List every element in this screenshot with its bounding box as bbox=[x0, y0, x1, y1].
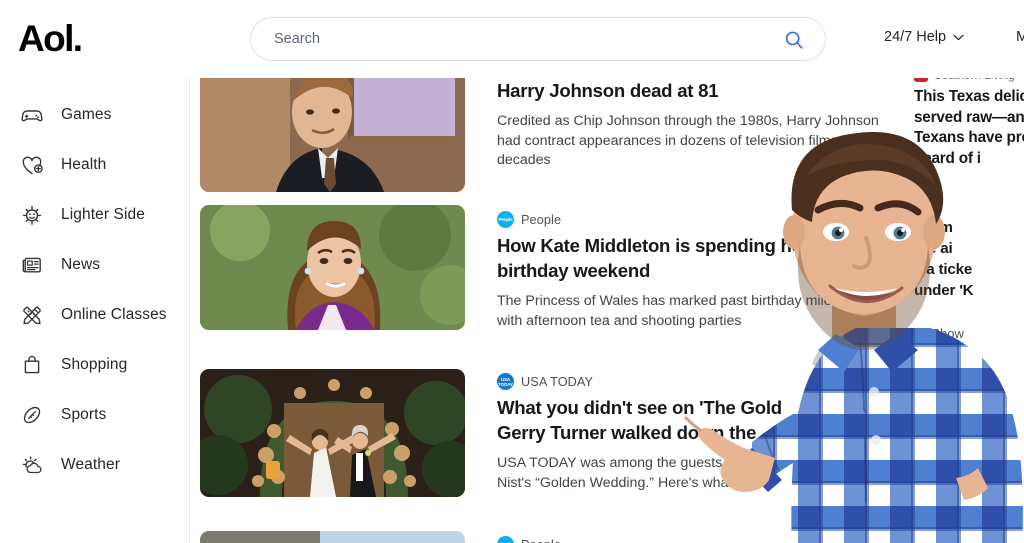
rail-partial-text: aid m the ai e a ticke under 'K bbox=[914, 217, 1024, 301]
sidebar-item-online-classes[interactable]: Online Classes bbox=[0, 290, 190, 340]
sidebar-item-list: Games Health Lighter Side News Online Cl… bbox=[0, 90, 190, 490]
sidebar-item-label: Games bbox=[61, 106, 112, 123]
sidebar-item-weather[interactable]: Weather bbox=[0, 440, 190, 490]
sun-cloud-icon bbox=[22, 456, 42, 474]
rail-text-line-2: the ai bbox=[914, 240, 953, 257]
partial-article-thumbnail-image bbox=[200, 531, 465, 543]
article-source-name: People bbox=[521, 538, 561, 543]
article-headline-line2: Gerry Turner walked down the bbox=[497, 422, 757, 443]
article-thumbnail[interactable] bbox=[200, 531, 465, 543]
golden-bachelor-wedding-image bbox=[200, 369, 465, 497]
football-icon bbox=[23, 406, 41, 424]
rail-partial-text: ay Show bbox=[914, 326, 964, 341]
article-summary-line2: Nist's “Golden Wedding.” Here's what yo bbox=[497, 474, 752, 491]
rail-card-partial-4[interactable]: e re bbox=[914, 358, 1024, 379]
rail-headline-line-3: Texans have pro bbox=[914, 129, 1024, 146]
rail-headline-line-2: served raw—an bbox=[914, 108, 1024, 126]
heart-plus-icon bbox=[22, 156, 43, 175]
newspaper-icon bbox=[22, 257, 41, 273]
header-edge-item[interactable]: M bbox=[1016, 29, 1024, 45]
rail-headline-line-1: This Texas delic bbox=[914, 88, 1024, 105]
chevron-down-icon bbox=[953, 34, 964, 40]
rail-partial-text: e re bbox=[914, 360, 941, 377]
article-text: People People bbox=[497, 536, 892, 543]
rail-card-partial-2[interactable]: aid m the ai e a ticke under 'K bbox=[914, 217, 1024, 301]
sun-smile-icon bbox=[22, 205, 42, 225]
help-menu[interactable]: 24/7 Help bbox=[884, 29, 964, 45]
sidebar-item-label: Online Classes bbox=[61, 306, 167, 323]
shopping-bag-icon bbox=[24, 355, 40, 374]
people-badge-icon: People bbox=[497, 211, 514, 228]
site-header: Aol. 24/7 Help M bbox=[0, 0, 1024, 78]
sidebar-item-health[interactable]: Health bbox=[0, 140, 190, 190]
man-in-suit-portrait-image bbox=[200, 68, 465, 192]
rail-text-line-1: aid m bbox=[914, 219, 953, 236]
sidebar-item-label: Shopping bbox=[61, 356, 128, 373]
article-headline-line1: What you didn't see on 'The Gold bbox=[497, 397, 782, 418]
article-summary: USA TODAY was among the guests at Ge Nis… bbox=[497, 454, 767, 493]
article-summary: The Princess of Wales has marked past bi… bbox=[497, 293, 874, 329]
article-feed: Harry Johnson dead at 81 Credited as Chi… bbox=[190, 62, 890, 543]
usa-today-badge-text: USA TODAY bbox=[498, 376, 513, 387]
rail-headline-line-4: heard of i bbox=[914, 149, 981, 167]
sidebar-item-lighter-side[interactable]: Lighter Side bbox=[0, 190, 190, 240]
pencil-ruler-icon bbox=[23, 306, 41, 325]
sidebar-item-label: Weather bbox=[61, 456, 120, 473]
right-rail: Southern Living This Texas delic served … bbox=[890, 62, 1024, 543]
sidebar-item-label: News bbox=[61, 256, 101, 273]
gamepad-icon bbox=[21, 110, 43, 122]
rail-card-southern-living[interactable]: Southern Living This Texas delic served … bbox=[914, 68, 1024, 195]
article-source: People People bbox=[497, 211, 892, 228]
rail-headline[interactable]: This Texas delic served raw—an Texans ha… bbox=[914, 87, 1024, 169]
rail-link[interactable]: le bbox=[914, 179, 1024, 195]
search-bar[interactable] bbox=[250, 17, 826, 61]
article-thumbnail[interactable] bbox=[200, 205, 465, 330]
rail-text-line-3: e a ticke bbox=[914, 261, 973, 278]
sidebar-item-label: Lighter Side bbox=[61, 206, 145, 223]
sidebar-item-label: Sports bbox=[61, 406, 107, 423]
article-text: Harry Johnson dead at 81 Credited as Chi… bbox=[497, 78, 892, 171]
sidebar-nav: Games Health Lighter Side News Online Cl… bbox=[0, 62, 190, 543]
article-headline[interactable]: How Kate Middleton is spending her 42nd … bbox=[497, 233, 892, 283]
article-thumbnail[interactable] bbox=[200, 369, 465, 497]
article-source-name: People bbox=[521, 212, 562, 227]
article-summary-line1: USA TODAY was among the guests at Ge bbox=[497, 455, 761, 471]
aol-homepage: Harry Johnson dead at 81 Credited as Chi… bbox=[0, 0, 1024, 543]
search-icon[interactable] bbox=[783, 29, 805, 51]
article-headline[interactable]: What you didn't see on 'The Gold Gerry T… bbox=[497, 395, 787, 445]
help-label: 24/7 Help bbox=[884, 29, 947, 45]
people-badge-icon: People bbox=[497, 536, 514, 543]
article-source: People People bbox=[497, 536, 892, 543]
kate-middleton-portrait-image bbox=[200, 205, 465, 330]
sidebar-item-sports[interactable]: Sports bbox=[0, 390, 190, 440]
article-source: USA TODAY USA TODAY bbox=[497, 373, 892, 390]
sidebar-item-shopping[interactable]: Shopping bbox=[0, 340, 190, 390]
article-thumbnail[interactable] bbox=[200, 68, 465, 192]
usa-today-badge-icon: USA TODAY bbox=[497, 373, 514, 390]
article-source-name: USA TODAY bbox=[521, 374, 594, 389]
aol-logo[interactable]: Aol. bbox=[18, 20, 83, 58]
sidebar-item-label: Health bbox=[61, 156, 107, 173]
article-text: USA TODAY USA TODAY What you didn't see … bbox=[497, 373, 892, 493]
sidebar-item-news[interactable]: News bbox=[0, 240, 190, 290]
article-headline[interactable]: Harry Johnson dead at 81 bbox=[497, 78, 892, 103]
rail-text-line-4: under 'K bbox=[914, 282, 974, 299]
rail-card-partial-3[interactable]: ay Show bbox=[914, 324, 1024, 343]
search-input[interactable] bbox=[274, 31, 774, 47]
article-text: People People How Kate Middleton is spen… bbox=[497, 211, 892, 331]
people-badge-text: People bbox=[498, 217, 513, 222]
article-summary: Credited as Chip Johnson through the 198… bbox=[497, 113, 887, 168]
sidebar-item-games[interactable]: Games bbox=[0, 90, 190, 140]
